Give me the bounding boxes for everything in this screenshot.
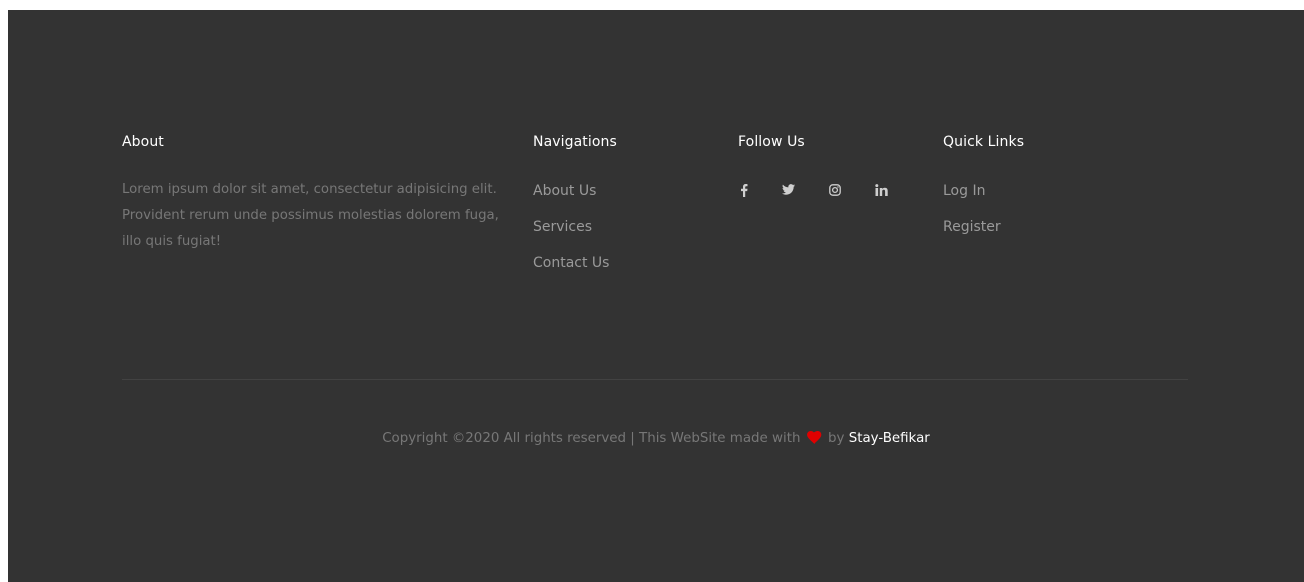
nav-link-contact-us[interactable]: Contact Us [533, 255, 609, 271]
nav-item-services: Services [533, 213, 703, 249]
about-heading: About [122, 134, 164, 150]
copyright-by: by [828, 431, 845, 446]
nav-link-about-us[interactable]: About Us [533, 183, 596, 199]
navigations-list: About Us Services Contact Us [533, 177, 703, 285]
nav-link-services[interactable]: Services [533, 219, 592, 235]
copyright-text: Copyright ©2020 All rights reserved | Th… [382, 431, 801, 446]
follow-column: Follow Us [738, 131, 918, 205]
social-icons [738, 179, 918, 205]
copyright-bar: Copyright ©2020 All rights reserved | Th… [8, 427, 1304, 453]
about-column: About Lorem ipsum dolor sit amet, consec… [122, 131, 502, 255]
twitter-icon[interactable] [778, 179, 798, 205]
brand-link[interactable]: Stay-Befikar [849, 431, 930, 446]
follow-heading: Follow Us [738, 134, 805, 150]
register-link[interactable]: Register [943, 219, 1001, 235]
quick-item-register: Register [943, 213, 1123, 249]
footer-divider [122, 379, 1188, 380]
linkedin-icon[interactable] [871, 179, 891, 205]
footer-columns: About Lorem ipsum dolor sit amet, consec… [122, 131, 1188, 291]
login-link[interactable]: Log In [943, 183, 985, 199]
nav-item-about-us: About Us [533, 177, 703, 213]
facebook-icon[interactable] [734, 179, 754, 205]
site-footer: About Lorem ipsum dolor sit amet, consec… [8, 10, 1304, 582]
instagram-icon[interactable] [825, 179, 845, 205]
heart-icon [806, 429, 822, 453]
navigations-heading: Navigations [533, 134, 617, 150]
quick-item-log-in: Log In [943, 177, 1123, 213]
quick-links-heading: Quick Links [943, 134, 1025, 150]
about-text: Lorem ipsum dolor sit amet, consectetur … [122, 182, 499, 249]
quick-links-list: Log In Register [943, 177, 1123, 249]
navigations-column: Navigations About Us Services Contact Us [533, 131, 703, 285]
quick-links-column: Quick Links Log In Register [943, 131, 1123, 249]
nav-item-contact-us: Contact Us [533, 249, 703, 285]
